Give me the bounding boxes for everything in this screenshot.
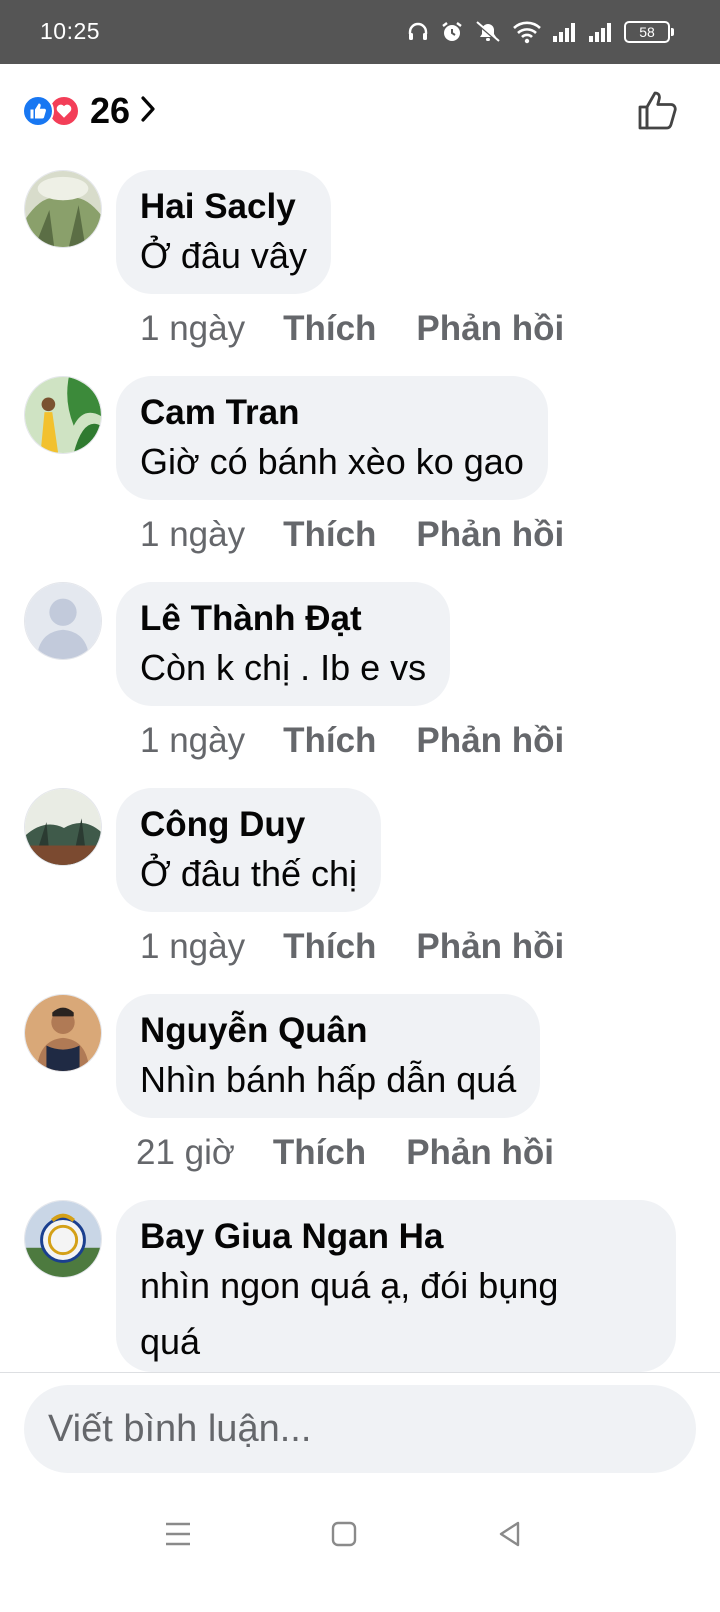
like-post-button[interactable] [636,88,680,132]
comment-text: Nhìn bánh hấp dẫn quá [140,1059,517,1100]
comment-time: 1 ngày [140,515,246,554]
reply-comment-button[interactable]: Phản hồi [416,515,564,555]
comment-bubble: Cam Tran Giờ có bánh xèo ko gao [116,376,548,500]
like-comment-button[interactable]: Thích [283,515,376,555]
back-icon[interactable] [486,1510,534,1558]
comment-author[interactable]: Lê Thành Đạt [140,598,426,640]
reply-comment-button[interactable]: Phản hồi [416,309,564,349]
avatar[interactable] [24,788,102,866]
headphones-icon [406,20,430,44]
menu-icon[interactable] [154,1510,202,1558]
status-icons: 58 [406,18,674,46]
comment-text: Còn k chị . Ib e vs [140,647,427,688]
comment-text: nhìn ngon quá ạ, đói bụng [140,1265,559,1306]
comment-bubble: Bay Giua Ngan Ha nhìn ngon quá ạ, đói bụ… [116,1200,676,1372]
alarm-icon [440,20,464,44]
like-comment-button[interactable]: Thích [283,927,376,967]
comment-input[interactable] [24,1385,696,1473]
status-time: 10:25 [40,18,101,44]
wifi-icon [512,20,542,44]
comment-bubble: Hai Sacly Ở đâu vây [116,170,331,294]
comment-actions: 1 ngày Thích Phản hồi [140,716,604,766]
avatar[interactable] [24,376,102,454]
reply-comment-button[interactable]: Phản hồi [416,927,564,967]
mute-icon [474,20,502,44]
comment-time: 21 giờ [136,1133,235,1172]
comment-actions: 1 ngày Thích Phản hồi [140,304,604,354]
reaction-summary[interactable]: 26 [22,86,158,136]
comment-author[interactable]: Bay Giua Ngan Ha [140,1216,652,1258]
reaction-header: 26 [0,64,720,160]
comment-composer [0,1372,720,1482]
chevron-right-icon [138,94,158,129]
comment-time: 1 ngày [140,309,246,348]
avatar[interactable] [24,994,102,1072]
comment-text: Ở đâu vây [140,235,307,276]
avatar[interactable] [24,170,102,248]
signal-icon [588,20,614,44]
comment-text: Giờ có bánh xèo ko gao [140,441,524,482]
system-nav-bar [0,1482,720,1612]
comment-bubble: Lê Thành Đạt Còn k chị . Ib e vs [116,582,451,706]
avatar[interactable] [24,1200,102,1278]
like-comment-button[interactable]: Thích [273,1133,366,1173]
like-reaction-icon [22,95,54,127]
comment-bubble: Công Duy Ở đâu thế chị [116,788,382,912]
comment-actions: 1 ngày Thích Phản hồi [140,922,604,972]
comment-author[interactable]: Công Duy [140,804,357,846]
avatar[interactable] [24,582,102,660]
reply-comment-button[interactable]: Phản hồi [416,721,564,761]
like-comment-button[interactable]: Thích [283,721,376,761]
status-bar: 10:25 58 [0,0,720,64]
comment-actions: 21 giờ Thích Phản hồi [136,1128,594,1178]
comment-text: Ở đâu thế chị [140,853,358,894]
signal-icon [552,20,578,44]
comment-text: quá [140,1321,201,1362]
comment-author[interactable]: Hai Sacly [140,186,307,228]
comment-bubble: Nguyễn Quân Nhìn bánh hấp dẫn quá [116,994,541,1118]
like-comment-button[interactable]: Thích [283,309,376,349]
battery-icon: 58 [624,21,674,43]
comment-time: 1 ngày [140,927,246,966]
comment-time: 1 ngày [140,721,246,760]
reaction-count: 26 [90,90,131,131]
reply-comment-button[interactable]: Phản hồi [406,1133,554,1173]
comment-author[interactable]: Cam Tran [140,392,524,434]
comment-actions: 1 ngày Thích Phản hồi [140,510,604,560]
comment-author[interactable]: Nguyễn Quân [140,1010,516,1052]
home-icon[interactable] [320,1510,368,1558]
